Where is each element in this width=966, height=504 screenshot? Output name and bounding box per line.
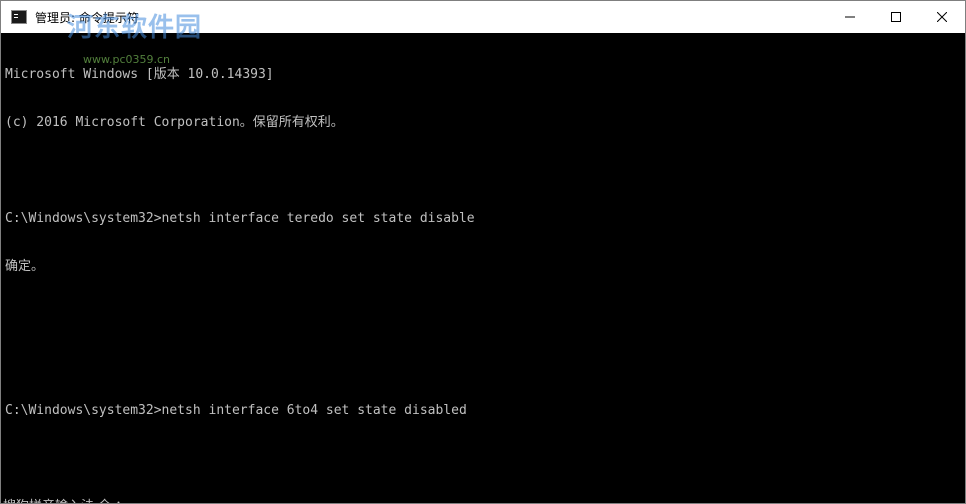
console-line: C:\Windows\system32>netsh interface 6to4… xyxy=(5,403,467,418)
close-button[interactable] xyxy=(919,1,965,33)
maximize-icon xyxy=(891,12,901,22)
window-controls xyxy=(827,1,965,33)
title-bar[interactable]: 管理员: 命令提示符 xyxy=(1,1,965,33)
minimize-button[interactable] xyxy=(827,1,873,33)
close-icon xyxy=(937,12,947,22)
minimize-icon xyxy=(845,12,855,22)
command-prompt-window: 管理员: 命令提示符 Microsoft Windows [版本 10.0.14… xyxy=(0,0,966,504)
window-title: 管理员: 命令提示符 xyxy=(35,10,139,25)
console-line: Microsoft Windows [版本 10.0.14393] xyxy=(5,67,274,82)
console-line: C:\Windows\system32>netsh interface tere… xyxy=(5,211,475,226)
cmd-icon[interactable] xyxy=(11,10,27,24)
console-output[interactable]: Microsoft Windows [版本 10.0.14393] (c) 20… xyxy=(5,35,965,503)
ime-status-bar: 搜狗拼音输入法 全 ： xyxy=(3,495,128,503)
maximize-button[interactable] xyxy=(873,1,919,33)
console-line: (c) 2016 Microsoft Corporation。保留所有权利。 xyxy=(5,115,344,130)
console-line: 确定。 xyxy=(5,259,45,274)
